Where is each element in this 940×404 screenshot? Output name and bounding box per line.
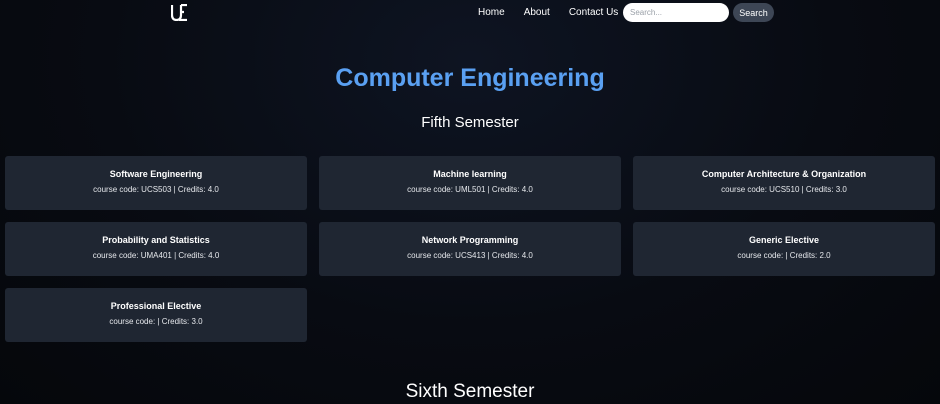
course-info: course code: UMA401 | Credits: 4.0 <box>92 251 220 260</box>
course-name: Generic Elective <box>748 235 820 245</box>
course-info: course code: UCS413 | Credits: 4.0 <box>407 251 533 260</box>
course-name: Professional Elective <box>110 301 202 311</box>
course-name: Software Engineering <box>109 169 203 179</box>
course-card-software-engineering[interactable]: Software Engineering course code: UCS503… <box>5 156 307 210</box>
nav-links: Home About Contact Us <box>478 7 618 19</box>
course-info: course code: | Credits: 3.0 <box>109 317 203 326</box>
nav-link-contact-us[interactable]: Contact Us <box>569 7 618 19</box>
course-card-computer-architecture[interactable]: Computer Architecture & Organization cou… <box>633 156 935 210</box>
course-name: Machine learning <box>433 169 507 179</box>
course-name: Computer Architecture & Organization <box>701 169 867 179</box>
nav-link-home[interactable]: Home <box>478 7 505 19</box>
navbar: Home About Contact Us Search <box>0 0 940 25</box>
site-logo[interactable] <box>171 4 188 21</box>
semester-title-sixth: Sixth Semester <box>405 381 535 402</box>
nav-link-about[interactable]: About <box>524 7 550 19</box>
search-button[interactable]: Search <box>733 3 774 22</box>
course-card-network-programming[interactable]: Network Programming course code: UCS413 … <box>319 222 621 276</box>
course-info: course code: UML501 | Credits: 4.0 <box>407 185 533 194</box>
search-input[interactable] <box>623 3 729 22</box>
course-info: course code: | Credits: 2.0 <box>737 251 831 260</box>
course-grid-fifth-semester: Software Engineering course code: UCS503… <box>5 156 935 342</box>
course-card-professional-elective[interactable]: Professional Elective course code: | Cre… <box>5 288 307 342</box>
page-title: Computer Engineering <box>335 64 605 92</box>
course-card-machine-learning[interactable]: Machine learning course code: UML501 | C… <box>319 156 621 210</box>
course-card-probability-statistics[interactable]: Probability and Statistics course code: … <box>5 222 307 276</box>
course-info: course code: UCS503 | Credits: 4.0 <box>93 185 219 194</box>
course-card-generic-elective[interactable]: Generic Elective course code: | Credits:… <box>633 222 935 276</box>
semester-title-fifth: Fifth Semester <box>421 114 519 131</box>
course-name: Probability and Statistics <box>102 235 210 245</box>
course-name: Network Programming <box>421 235 519 245</box>
course-info: course code: UCS510 | Credits: 3.0 <box>721 185 847 194</box>
